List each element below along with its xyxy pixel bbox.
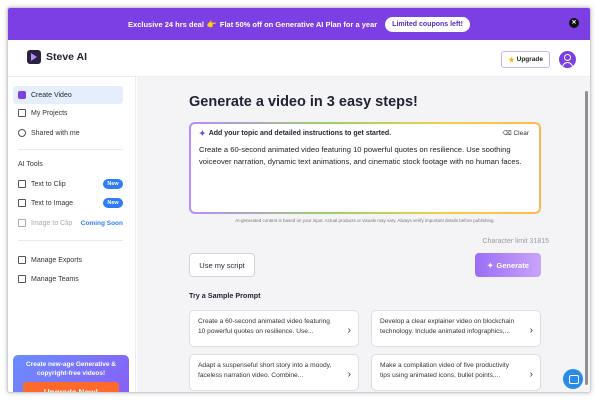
- page-title: Generate a video in 3 easy steps!: [189, 94, 418, 110]
- folder-icon: [18, 109, 26, 117]
- sample-prompt-heading: Try a Sample Prompt: [189, 291, 261, 300]
- image-icon: [18, 199, 26, 207]
- app-window: Exclusive 24 hrs deal 👉 Flat 50% off on …: [7, 7, 591, 393]
- promo-deal: Exclusive 24 hrs deal 👉 Flat 50% off on …: [128, 20, 377, 29]
- sidebar-divider: [18, 149, 123, 150]
- prompt-header-text: Add your topic and detailed instructions…: [208, 130, 392, 137]
- team-icon: [18, 275, 26, 283]
- ai-disclaimer: AI-generated content is based on your in…: [235, 218, 495, 223]
- sample-prompt-text: Adapt a suspenseful short story into a m…: [198, 362, 332, 380]
- sidebar-item-label: Text to Clip: [31, 180, 66, 188]
- sidebar-item-shared[interactable]: Shared with me: [13, 124, 123, 142]
- generate-button[interactable]: ✦ Generate: [475, 253, 541, 277]
- upgrade-promo-card: Create new-age Generative & copyright-fr…: [13, 355, 129, 392]
- sidebar-item-label: Image to Clip: [31, 219, 73, 227]
- use-my-script-button[interactable]: Use my script: [189, 253, 255, 277]
- sparkle-icon: ✦: [199, 129, 206, 138]
- upgrade-now-button[interactable]: Upgrade Now!: [23, 382, 119, 392]
- new-badge: New: [103, 179, 123, 189]
- sidebar-item-manage-teams[interactable]: Manage Teams: [13, 270, 123, 288]
- character-limit: Character limit 31815: [482, 238, 549, 245]
- sidebar-item-my-projects[interactable]: My Projects: [13, 104, 123, 122]
- chat-icon[interactable]: [563, 369, 583, 389]
- avatar-head: [564, 54, 571, 61]
- pointing-hand-icon: 👉: [206, 19, 217, 29]
- logo[interactable]: Steve AI: [27, 50, 87, 64]
- sample-prompt-card[interactable]: Make a compilation video of five product…: [371, 354, 541, 391]
- sidebar-item-create-video[interactable]: Create Video: [13, 86, 123, 104]
- top-header: Steve AI ★ Upgrade: [8, 40, 590, 77]
- coming-soon-badge: Coming Soon: [80, 219, 123, 227]
- sidebar-item-label: Manage Teams: [31, 275, 79, 283]
- prompt-header: ✦ Add your topic and detailed instructio…: [199, 129, 531, 138]
- user-icon[interactable]: [559, 51, 576, 68]
- prompt-box: ✦ Add your topic and detailed instructio…: [189, 122, 541, 214]
- sidebar-item-manage-exports[interactable]: Manage Exports: [13, 251, 123, 269]
- sparkle-icon: ✦: [487, 260, 494, 270]
- sample-prompt-card[interactable]: Create a 60-second animated video featur…: [189, 310, 359, 347]
- prompt-inner[interactable]: ✦ Add your topic and detailed instructio…: [191, 124, 539, 212]
- clear-label: Clear: [513, 130, 529, 137]
- sample-prompt-text: Develop a clear explainer video on block…: [380, 318, 515, 336]
- ai-tools-heading: AI Tools: [18, 161, 43, 168]
- sidebar-item-image-to-clip: Image to Clip Coming Soon: [13, 214, 123, 232]
- coupon-button[interactable]: Limited coupons left!: [385, 16, 470, 32]
- sample-prompt-card[interactable]: Develop a clear explainer video on block…: [371, 310, 541, 347]
- generate-label: Generate: [496, 260, 529, 270]
- shared-icon: [18, 129, 26, 137]
- sample-prompt-card[interactable]: Adapt a suspenseful short story into a m…: [189, 354, 359, 391]
- chevron-right-icon: ›: [347, 325, 351, 336]
- chevron-right-icon: ›: [529, 325, 533, 336]
- chevron-right-icon: ›: [347, 369, 351, 380]
- sidebar-item-text-to-image[interactable]: Text to Image New: [13, 194, 123, 212]
- sidebar-item-label: My Projects: [31, 109, 68, 117]
- image-clip-icon: [18, 219, 26, 227]
- sidebar-item-label: Shared with me: [31, 129, 80, 137]
- upgrade-label: Upgrade: [516, 56, 543, 63]
- prompt-textarea[interactable]: Create a 60-second animated video featur…: [199, 144, 534, 168]
- video-icon: [18, 91, 26, 99]
- new-badge: New: [103, 198, 123, 208]
- sample-prompt-text: Create a 60-second animated video featur…: [198, 318, 330, 336]
- sidebar-item-label: Manage Exports: [31, 256, 82, 264]
- promo-bar: Exclusive 24 hrs deal 👉 Flat 50% off on …: [8, 8, 590, 40]
- main-content: Generate a video in 3 easy steps! ✦ Add …: [137, 77, 590, 392]
- logo-text: Steve AI: [46, 51, 88, 63]
- promo-deal-text: Flat 50% off on Generative AI Plan for a…: [219, 19, 378, 29]
- sidebar: Create Video My Projects Shared with me …: [8, 77, 136, 392]
- upgrade-button[interactable]: ★ Upgrade: [501, 51, 550, 68]
- close-icon[interactable]: ✕: [569, 18, 579, 28]
- star-icon: ★: [508, 56, 515, 64]
- logo-icon: [27, 50, 41, 64]
- export-icon: [18, 256, 26, 264]
- clip-icon: [18, 180, 26, 188]
- chevron-right-icon: ›: [529, 369, 533, 380]
- sidebar-item-label: Create Video: [31, 91, 72, 99]
- sidebar-divider: [18, 240, 123, 241]
- promo-deal-prefix: Exclusive 24 hrs deal: [128, 19, 204, 29]
- sidebar-item-label: Text to Image: [31, 199, 74, 207]
- clear-icon: ⌫: [502, 130, 512, 137]
- sidebar-item-text-to-clip[interactable]: Text to Clip New: [13, 175, 123, 193]
- scrollbar[interactable]: [585, 91, 588, 385]
- clear-button[interactable]: ⌫ Clear: [502, 129, 529, 137]
- sample-prompt-text: Make a compilation video of five product…: [380, 362, 510, 380]
- promo-card-text: Create new-age Generative & copyright-fr…: [26, 361, 116, 377]
- avatar-body: [562, 62, 573, 68]
